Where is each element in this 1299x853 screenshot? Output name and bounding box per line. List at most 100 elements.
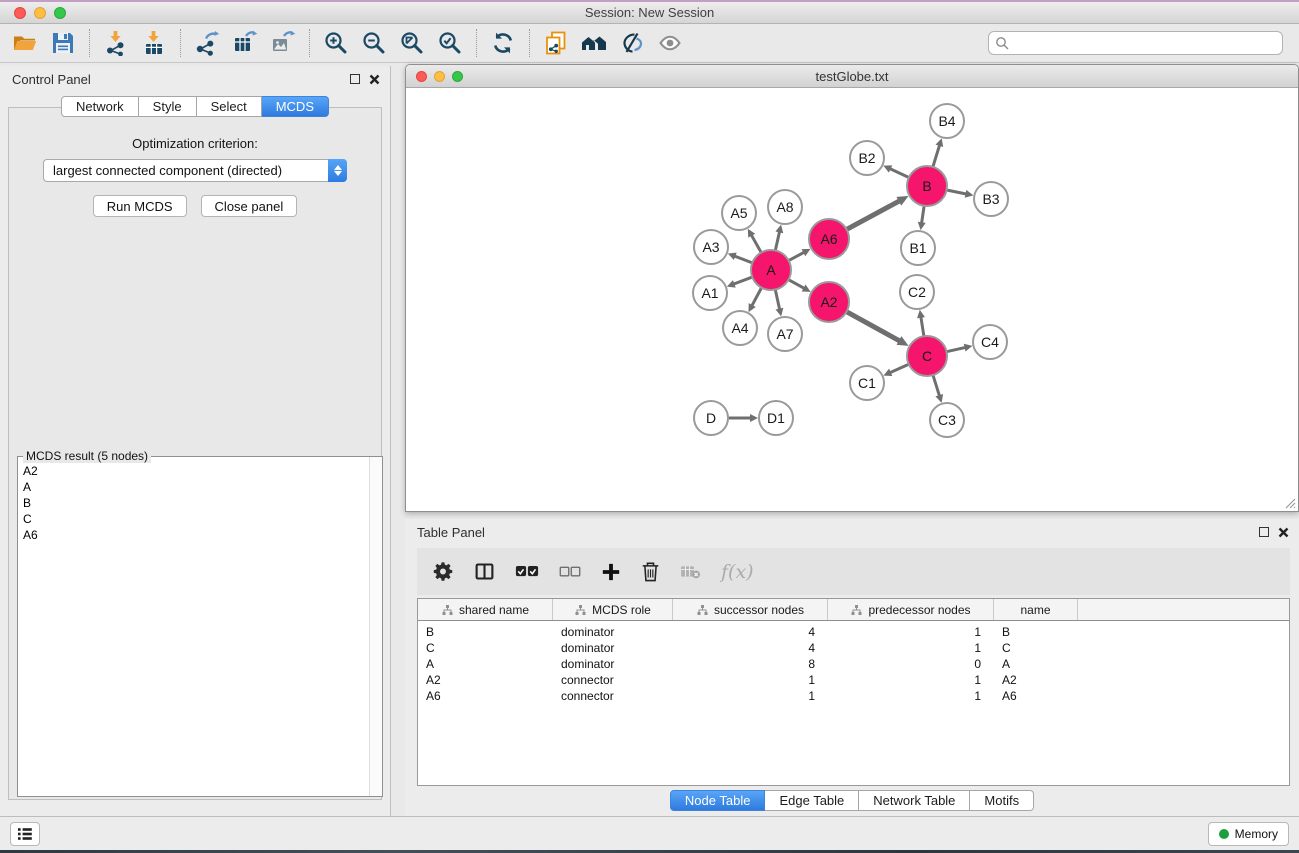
column-header-MCDS-role[interactable]: MCDS role [553,599,673,620]
tab-network[interactable]: Network [61,96,139,117]
column-header-predecessor-nodes[interactable]: predecessor nodes [828,599,994,620]
graph-node-A[interactable]: A [751,250,791,290]
graph-node-label: D1 [767,410,785,426]
tab-select[interactable]: Select [197,96,262,117]
tab-motifs[interactable]: Motifs [970,790,1034,811]
zoom-selected-icon[interactable] [431,27,469,59]
delete-column-icon[interactable] [641,561,660,582]
table-row[interactable]: Adominator80A [418,656,1289,672]
graph-node-C2[interactable]: C2 [900,275,934,309]
network-view-window: testGlobe.txt B4 B2 B B3 A5 A8A6 A3 B1 A A1 C2 A2 A4… [405,64,1299,512]
refresh-icon[interactable] [484,27,522,59]
tab-edge-table[interactable]: Edge Table [765,790,859,811]
control-panel-title: Control Panel [12,72,91,87]
network-graph-svg: B4 B2 B B3 A5 A8A6 A3 B1 A A1 C2 A2 A4 A7 C4 C C1 C3 D D1 [406,88,1298,511]
column-header-shared-name[interactable]: shared name [418,599,553,620]
tab-mcds[interactable]: MCDS [262,96,329,117]
table-cell: 1 [828,641,994,655]
table-row[interactable]: A6connector11A6 [418,688,1289,704]
graph-edge-B-B2 [889,168,909,177]
toolbar-separator [529,29,530,57]
column-header-name[interactable]: name [994,599,1078,620]
clear-checkboxes-icon[interactable] [559,566,581,578]
tab-style[interactable]: Style [139,96,197,117]
float-table-panel-icon[interactable] [1259,527,1269,537]
result-list-item[interactable]: A [23,479,382,495]
graph-edge-A-A4 [751,288,761,307]
graph-node-A4[interactable]: A4 [723,311,757,345]
table-row[interactable]: A2connector11A2 [418,672,1289,688]
column-header-successor-nodes[interactable]: successor nodes [673,599,828,620]
search-icon [995,36,1009,50]
graph-node-B2[interactable]: B2 [850,141,884,175]
add-column-icon[interactable] [601,562,621,582]
result-list-scrollbar[interactable] [369,457,382,796]
result-list-item[interactable]: C [23,511,382,527]
export-table-icon[interactable] [226,27,264,59]
zoom-fit-icon[interactable] [393,27,431,59]
graph-node-A1[interactable]: A1 [693,276,727,310]
table-row[interactable]: Bdominator41B [418,624,1289,640]
graph-arrowhead [965,190,974,198]
home-layout-icon[interactable] [575,27,613,59]
zoom-in-icon[interactable] [317,27,355,59]
tab-node-table[interactable]: Node Table [670,790,766,811]
save-session-icon[interactable] [44,27,82,59]
result-list-item[interactable]: B [23,495,382,511]
graph-node-C3[interactable]: C3 [930,403,964,437]
network-window-title: testGlobe.txt [406,69,1298,84]
hide-graphics-details-icon[interactable] [613,27,651,59]
export-network-icon[interactable] [188,27,226,59]
import-network-icon[interactable] [97,27,135,59]
graph-node-A2[interactable]: A2 [809,282,849,322]
graph-node-B4[interactable]: B4 [930,104,964,138]
run-mcds-button[interactable]: Run MCDS [93,195,187,217]
graph-node-D[interactable]: D [694,401,728,435]
new-session-from-network-icon[interactable] [537,27,575,59]
graph-edge-A6-B [847,200,901,229]
export-image-icon[interactable] [264,27,302,59]
show-eye-icon[interactable] [651,27,689,59]
table-tabs: Node TableEdge TableNetwork TableMotifs [405,790,1299,811]
split-columns-icon[interactable] [474,561,495,582]
memory-button[interactable]: Memory [1208,822,1289,846]
toolbar-search[interactable] [988,31,1283,55]
graph-node-C4[interactable]: C4 [973,325,1007,359]
graph-node-C[interactable]: C [907,336,947,376]
table-cell: 1 [828,625,994,639]
close-table-panel-icon[interactable] [1278,527,1289,538]
close-panel-button[interactable]: Close panel [201,195,298,217]
graph-node-label: A2 [820,294,837,310]
import-table-icon[interactable] [135,27,173,59]
search-input[interactable] [1009,36,1276,50]
graph-node-B1[interactable]: B1 [901,231,935,265]
result-list-item[interactable]: A6 [23,527,382,543]
float-panel-icon[interactable] [350,74,360,84]
table-panel-title: Table Panel [417,525,485,540]
graph-node-A3[interactable]: A3 [694,230,728,264]
graph-node-D1[interactable]: D1 [759,401,793,435]
table-cell: 1 [828,689,994,703]
task-history-button[interactable] [10,822,40,846]
resize-grip-icon[interactable] [1282,495,1296,509]
graph-node-A5[interactable]: A5 [722,196,756,230]
criterion-select[interactable]: largest connected component (directed) [43,159,347,182]
open-folder-icon[interactable] [6,27,44,59]
table-cell: B [994,625,1078,639]
gear-icon[interactable] [433,561,454,582]
graph-node-C1[interactable]: C1 [850,366,884,400]
table-row[interactable]: Cdominator41C [418,640,1289,656]
graph-node-A8[interactable]: A8 [768,190,802,224]
graph-node-B[interactable]: B [907,166,947,206]
graph-edge-C-C4 [947,347,967,351]
graph-node-A7[interactable]: A7 [768,317,802,351]
graph-node-B3[interactable]: B3 [974,182,1008,216]
tab-network-table[interactable]: Network Table [859,790,970,811]
close-panel-icon[interactable] [369,74,380,85]
result-list-item[interactable]: A2 [23,463,382,479]
network-canvas[interactable]: B4 B2 B B3 A5 A8A6 A3 B1 A A1 C2 A2 A4 A7 C4 C C1 C3 D D1 [406,88,1298,511]
graph-node-A6[interactable]: A6 [809,219,849,259]
zoom-out-icon[interactable] [355,27,393,59]
graph-arrowhead [964,344,973,352]
select-all-checkboxes-icon[interactable] [515,565,539,578]
